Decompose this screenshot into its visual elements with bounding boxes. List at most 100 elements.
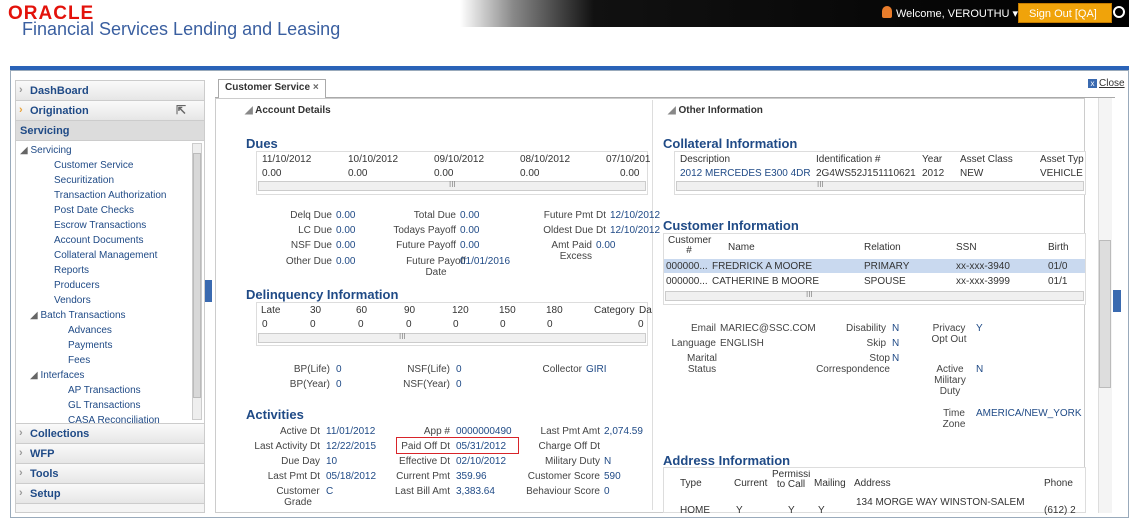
tree-item-advances[interactable]: Advances: [68, 325, 112, 336]
triangle-down-icon: ◢: [20, 145, 31, 156]
right-panel-collapse-handle[interactable]: [1113, 290, 1121, 312]
field-label: NSF(Year): [403, 379, 450, 390]
sidebar-section-setup[interactable]: › Setup: [16, 484, 204, 504]
tree-item-producers[interactable]: Producers: [54, 280, 100, 291]
dues-heading: Dues: [246, 136, 278, 151]
tree-item-ap-transactions[interactable]: AP Transactions: [68, 385, 141, 396]
grid-header: Mailing: [814, 478, 846, 489]
tree-item-collateral-management[interactable]: Collateral Management: [54, 250, 157, 261]
field-label: Customer Grade: [276, 486, 320, 508]
field-label: Time Zone: [942, 408, 966, 430]
tab-label: Customer Service: [225, 82, 311, 93]
grid-cell: Y: [818, 505, 825, 516]
triangle-down-icon: ◢: [30, 310, 41, 321]
tree-item-account-documents[interactable]: Account Documents: [54, 235, 144, 246]
grid-cell: NEW: [960, 168, 984, 179]
field-value: 12/10/2012: [610, 210, 661, 221]
field-label: Last Activity Dt: [254, 441, 320, 452]
grid-cell: PRIMARY: [864, 261, 910, 272]
activities-heading: Activities: [246, 407, 304, 422]
sidebar-label: Setup: [30, 488, 61, 500]
grid-cell: 0: [500, 319, 506, 330]
tree-item-servicing[interactable]: ◢ Servicing: [20, 145, 72, 156]
grid-cell: 0: [406, 319, 412, 330]
grid-cell[interactable]: 000000...: [666, 276, 708, 287]
field-label: Privacy Opt Out: [931, 323, 967, 345]
delinquency-hscrollbar[interactable]: III: [258, 332, 646, 343]
field-value: 0.00: [596, 240, 616, 251]
grid-cell[interactable]: CATHERINE B MOORE: [712, 276, 819, 287]
tree-item-customer-service[interactable]: Customer Service: [54, 160, 133, 171]
tree-item-vendors[interactable]: Vendors: [54, 295, 91, 306]
content-scroll-thumb[interactable]: [1099, 240, 1111, 388]
sign-out-button[interactable]: Sign Out [QA]: [1018, 3, 1112, 23]
field-value: AMERICA/NEW_YORK: [976, 408, 1082, 419]
grid-header: Description: [680, 154, 731, 165]
field-value: 0000000490: [456, 426, 512, 437]
grid-header: Permission to Call: [772, 470, 810, 490]
field-label: Email: [690, 323, 716, 334]
dues-date: 08/10/2012: [520, 154, 571, 165]
grid-cell: 01/1: [1048, 276, 1068, 287]
field-label: Active Military Duty: [934, 364, 966, 397]
sidebar-section-origination[interactable]: › Origination ⇱: [16, 101, 204, 121]
dues-amount: 0.00: [348, 168, 368, 179]
sidebar-section-dashboard[interactable]: › DashBoard: [16, 81, 204, 101]
field-value: N: [892, 323, 900, 334]
field-label: NSF(Life): [407, 364, 450, 375]
tab-customer-service[interactable]: Customer Service ×: [218, 79, 326, 98]
grid-cell: HOME: [680, 505, 710, 516]
grid-cell: 0: [638, 319, 644, 330]
grid-cell: 01/0: [1048, 261, 1068, 272]
tree-item-securitization[interactable]: Securitization: [54, 175, 114, 186]
field-value: N: [892, 353, 900, 364]
tree-item-interfaces[interactable]: ◢ Interfaces: [30, 370, 84, 381]
sidebar-section-wfp[interactable]: › WFP: [16, 444, 204, 464]
account-details-header[interactable]: ◢ Account Details: [245, 105, 331, 116]
sidebar-section-collections[interactable]: › Collections: [16, 424, 204, 444]
grid-header: Name: [728, 242, 755, 253]
tree-item-escrow-transactions[interactable]: Escrow Transactions: [54, 220, 146, 231]
tree-item-batch-transactions[interactable]: ◢ Batch Transactions: [30, 310, 126, 321]
triangle-down-icon: ◢: [668, 105, 679, 116]
scroll-grip: III: [449, 180, 456, 189]
field-label: Total Due: [413, 210, 456, 221]
grid-cell: xx-xxx-3999: [956, 276, 1010, 287]
welcome-menu[interactable]: Welcome, VEROUTHU ▾: [896, 7, 1018, 20]
close-all-button[interactable]: x Close: [1088, 78, 1125, 89]
sidebar-collapse-handle[interactable]: [205, 280, 212, 302]
tree-item-reports[interactable]: Reports: [54, 265, 89, 276]
grid-cell: 0: [358, 319, 364, 330]
tree-item-fees[interactable]: Fees: [68, 355, 90, 366]
grid-header: Asset Class: [960, 154, 1013, 165]
scroll-grip: III: [399, 332, 406, 341]
tree-item-post-date-checks[interactable]: Post Date Checks: [54, 205, 134, 216]
grid-header: Identification #: [816, 154, 881, 165]
grid-header: Birth: [1048, 242, 1069, 253]
field-label: Amt Paid Excess: [551, 240, 592, 262]
grid-header: Category: [594, 305, 635, 316]
power-icon[interactable]: [1113, 6, 1125, 18]
collateral-hscrollbar[interactable]: III: [676, 180, 1084, 191]
dues-amount: 0.00: [520, 168, 540, 179]
dues-hscrollbar[interactable]: III: [258, 180, 646, 191]
chevron-right-icon: ›: [19, 487, 23, 499]
grid-cell[interactable]: 2012 MERCEDES E300 4DR: [680, 168, 811, 179]
sidebar-scroll-thumb[interactable]: [193, 153, 201, 398]
tree-item-payments[interactable]: Payments: [68, 340, 112, 351]
tree-item-transaction-authorization[interactable]: Transaction Authorization: [54, 190, 166, 201]
sidebar-section-servicing[interactable]: Servicing: [16, 121, 204, 141]
other-information-header[interactable]: ◢ Other Information: [668, 105, 763, 116]
field-label: Disability: [845, 323, 886, 334]
sidebar-section-tools[interactable]: › Tools: [16, 464, 204, 484]
grid-header: 180: [546, 305, 563, 316]
customer-hscrollbar[interactable]: III: [665, 290, 1084, 301]
field-label: Language: [671, 338, 717, 349]
tree-item-casa-reconciliation[interactable]: CASA Reconciliation: [68, 415, 160, 423]
close-tab-icon[interactable]: ×: [313, 82, 319, 93]
sidebar-label: Tools: [30, 468, 59, 480]
tree-item-gl-transactions[interactable]: GL Transactions: [68, 400, 140, 411]
grid-header: Address: [854, 478, 891, 489]
field-label: Todays Payoff: [393, 225, 456, 236]
field-label: Last Pmt Dt: [267, 471, 320, 482]
